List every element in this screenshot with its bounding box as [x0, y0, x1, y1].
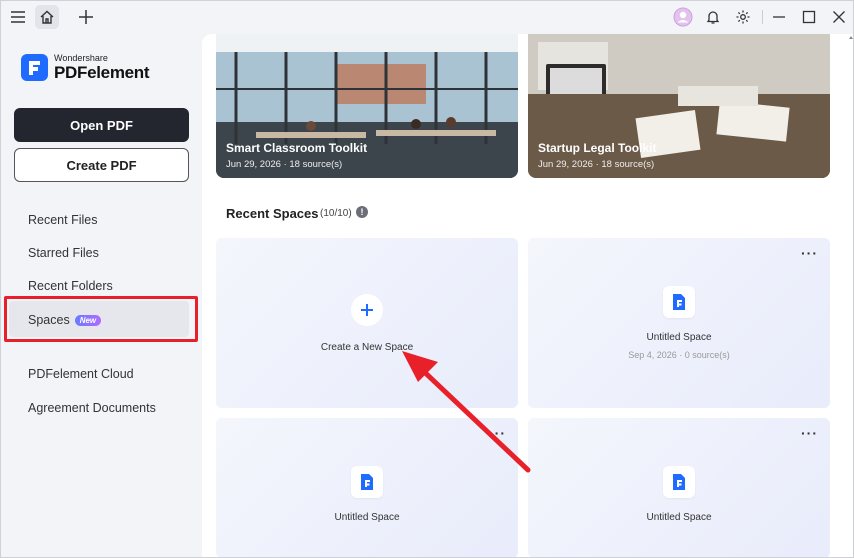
- scrollbar[interactable]: [846, 34, 854, 558]
- document-icon: [663, 286, 695, 318]
- space-card[interactable]: ··· Untitled Space: [216, 418, 518, 558]
- logo-brand: Wondershare: [54, 53, 108, 63]
- document-icon: [663, 466, 695, 498]
- classroom-image: [216, 34, 518, 178]
- section-title: Recent Spaces: [226, 206, 319, 221]
- more-options-icon[interactable]: ···: [489, 426, 506, 440]
- scroll-up-icon[interactable]: [849, 36, 853, 39]
- menu-icon[interactable]: [6, 5, 30, 29]
- create-new-space-card[interactable]: Create a New Space: [216, 238, 518, 408]
- space-card[interactable]: ··· Untitled Space Sep 4, 2026 · 0 sourc…: [528, 238, 830, 408]
- logo-name: PDFelement: [54, 63, 150, 82]
- template-title: Smart Classroom Toolkit: [226, 141, 368, 155]
- template-card-startup-legal[interactable]: Startup Legal Toolkit Jun 29, 2026 · 18 …: [528, 34, 830, 178]
- create-pdf-button[interactable]: Create PDF: [14, 148, 189, 182]
- template-subtitle: Jun 29, 2026 · 18 source(s): [538, 159, 655, 170]
- sidebar: Wondershare PDFelement Open PDF Create P…: [0, 34, 202, 558]
- space-title: Untitled Space: [334, 512, 400, 523]
- main-content: Smart Classroom Toolkit Jun 29, 2026 · 1…: [202, 34, 854, 558]
- minimize-icon[interactable]: [767, 5, 791, 29]
- space-card[interactable]: ··· Untitled Space: [528, 418, 830, 558]
- gear-icon[interactable]: [731, 5, 755, 29]
- pdfelement-logo-icon: [21, 54, 48, 81]
- new-tab-plus-icon[interactable]: [74, 5, 98, 29]
- sidebar-item-recent-files[interactable]: Recent Files: [28, 213, 97, 227]
- logo: Wondershare PDFelement: [21, 53, 150, 82]
- sidebar-item-recent-folders[interactable]: Recent Folders: [28, 279, 113, 293]
- template-title: Startup Legal Toolkit: [538, 141, 657, 155]
- info-icon[interactable]: !: [356, 206, 368, 218]
- bell-icon[interactable]: [701, 5, 725, 29]
- sidebar-item-agreement-documents[interactable]: Agreement Documents: [28, 401, 156, 415]
- space-count: (10/10): [320, 208, 352, 219]
- space-title: Untitled Space: [646, 512, 712, 523]
- office-desk-image: [528, 34, 830, 178]
- sidebar-item-pdfelement-cloud[interactable]: PDFelement Cloud: [28, 367, 134, 381]
- more-options-icon[interactable]: ···: [801, 426, 818, 440]
- more-options-icon[interactable]: ···: [801, 246, 818, 260]
- document-icon: [351, 466, 383, 498]
- space-title: Untitled Space: [646, 332, 712, 343]
- divider: [762, 10, 763, 24]
- plus-icon: [351, 294, 383, 326]
- home-icon[interactable]: [35, 5, 59, 29]
- template-card-smart-classroom[interactable]: Smart Classroom Toolkit Jun 29, 2026 · 1…: [216, 34, 518, 178]
- open-pdf-button[interactable]: Open PDF: [14, 108, 189, 142]
- avatar[interactable]: [671, 5, 695, 29]
- template-subtitle: Jun 29, 2026 · 18 source(s): [226, 159, 343, 170]
- sidebar-item-starred-files[interactable]: Starred Files: [28, 246, 99, 260]
- close-icon[interactable]: [827, 5, 851, 29]
- space-subtitle: Sep 4, 2026 · 0 source(s): [628, 350, 730, 360]
- maximize-icon[interactable]: [797, 5, 821, 29]
- create-space-label: Create a New Space: [320, 342, 414, 353]
- annotation-highlight-box: [4, 296, 198, 342]
- title-bar: [0, 0, 854, 34]
